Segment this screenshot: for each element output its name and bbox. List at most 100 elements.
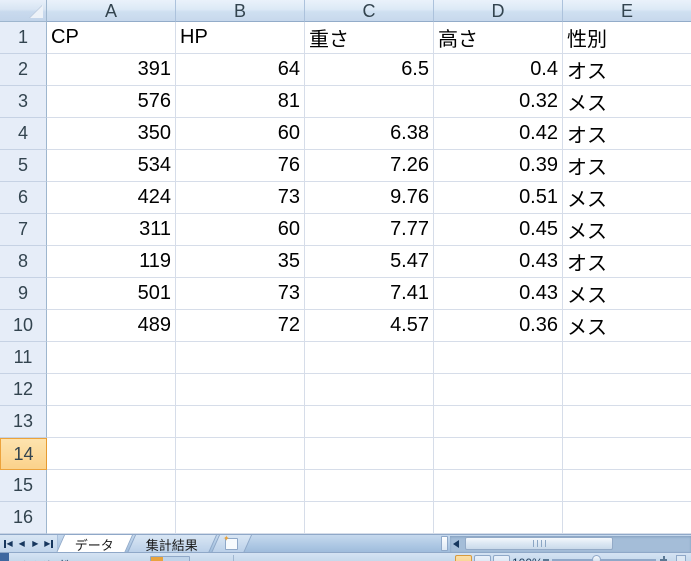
page-layout-view-button[interactable] <box>474 555 491 561</box>
cell-E10[interactable]: メス <box>563 310 691 342</box>
zoom-slider-knob[interactable] <box>592 555 601 561</box>
cell-D7[interactable]: 0.45 <box>434 214 563 246</box>
cell-C7[interactable]: 7.77 <box>305 214 434 246</box>
cell-C9[interactable]: 7.41 <box>305 278 434 310</box>
cell-B8[interactable]: 35 <box>176 246 305 278</box>
cell-C12[interactable] <box>305 374 434 406</box>
cell-D13[interactable] <box>434 406 563 438</box>
resize-grip[interactable] <box>676 555 686 561</box>
cell-A16[interactable] <box>47 502 176 534</box>
cell-D1[interactable]: 高さ <box>434 22 563 54</box>
cell-E12[interactable] <box>563 374 691 406</box>
column-header-E[interactable]: E <box>563 0 691 22</box>
cell-E7[interactable]: メス <box>563 214 691 246</box>
cell-A15[interactable] <box>47 470 176 502</box>
column-header-C[interactable]: C <box>305 0 434 22</box>
row-header-4[interactable]: 4 <box>0 118 47 150</box>
cell-D8[interactable]: 0.43 <box>434 246 563 278</box>
cell-A11[interactable] <box>47 342 176 374</box>
select-all-corner[interactable] <box>0 0 47 22</box>
horizontal-scrollbar-thumb[interactable] <box>465 537 613 550</box>
row-header-8[interactable]: 8 <box>0 246 47 278</box>
row-header-14[interactable]: 14 <box>0 438 47 470</box>
sheet-tab-data[interactable]: データ <box>56 535 133 552</box>
cell-E9[interactable]: メス <box>563 278 691 310</box>
cell-B2[interactable]: 64 <box>176 54 305 86</box>
cell-B16[interactable] <box>176 502 305 534</box>
cell-E3[interactable]: メス <box>563 86 691 118</box>
cell-B9[interactable]: 73 <box>176 278 305 310</box>
cell-D12[interactable] <box>434 374 563 406</box>
cell-A13[interactable] <box>47 406 176 438</box>
cell-E11[interactable] <box>563 342 691 374</box>
cell-D2[interactable]: 0.4 <box>434 54 563 86</box>
cell-A8[interactable]: 119 <box>47 246 176 278</box>
cell-B11[interactable] <box>176 342 305 374</box>
column-header-B[interactable]: B <box>176 0 305 22</box>
cell-C14[interactable] <box>305 438 434 470</box>
cell-B4[interactable]: 60 <box>176 118 305 150</box>
cell-B1[interactable]: HP <box>176 22 305 54</box>
cell-B3[interactable]: 81 <box>176 86 305 118</box>
tab-scroll-splitter[interactable] <box>441 536 448 551</box>
last-sheet-button[interactable]: ▶ <box>43 538 54 550</box>
column-header-A[interactable]: A <box>47 0 176 22</box>
cell-D3[interactable]: 0.32 <box>434 86 563 118</box>
scroll-left-arrow-icon[interactable] <box>453 540 459 548</box>
row-header-13[interactable]: 13 <box>0 406 47 438</box>
cell-B10[interactable]: 72 <box>176 310 305 342</box>
cell-D10[interactable]: 0.36 <box>434 310 563 342</box>
cell-A9[interactable]: 501 <box>47 278 176 310</box>
cell-A6[interactable]: 424 <box>47 182 176 214</box>
zoom-level-label[interactable]: 100% <box>512 556 543 561</box>
column-header-D[interactable]: D <box>434 0 563 22</box>
row-header-5[interactable]: 5 <box>0 150 47 182</box>
cell-D15[interactable] <box>434 470 563 502</box>
cell-A5[interactable]: 534 <box>47 150 176 182</box>
cell-C10[interactable]: 4.57 <box>305 310 434 342</box>
cell-E6[interactable]: メス <box>563 182 691 214</box>
cell-C2[interactable]: 6.5 <box>305 54 434 86</box>
macro-record-icon[interactable] <box>150 556 190 561</box>
cell-E2[interactable]: オス <box>563 54 691 86</box>
cell-A14[interactable] <box>47 438 176 470</box>
row-header-11[interactable]: 11 <box>0 342 47 374</box>
row-header-16[interactable]: 16 <box>0 502 47 534</box>
row-header-1[interactable]: 1 <box>0 22 47 54</box>
cell-D5[interactable]: 0.39 <box>434 150 563 182</box>
cell-D11[interactable] <box>434 342 563 374</box>
cell-D14[interactable] <box>434 438 563 470</box>
cell-E4[interactable]: オス <box>563 118 691 150</box>
row-header-9[interactable]: 9 <box>0 278 47 310</box>
cell-A10[interactable]: 489 <box>47 310 176 342</box>
cell-A7[interactable]: 311 <box>47 214 176 246</box>
row-header-2[interactable]: 2 <box>0 54 47 86</box>
cell-B15[interactable] <box>176 470 305 502</box>
cell-B5[interactable]: 76 <box>176 150 305 182</box>
cell-B13[interactable] <box>176 406 305 438</box>
first-sheet-button[interactable]: ◀ <box>3 538 14 550</box>
row-header-10[interactable]: 10 <box>0 310 47 342</box>
cell-C5[interactable]: 7.26 <box>305 150 434 182</box>
row-header-15[interactable]: 15 <box>0 470 47 502</box>
cell-E5[interactable]: オス <box>563 150 691 182</box>
cell-A3[interactable]: 576 <box>47 86 176 118</box>
cell-C1[interactable]: 重さ <box>305 22 434 54</box>
cell-A4[interactable]: 350 <box>47 118 176 150</box>
cell-E15[interactable] <box>563 470 691 502</box>
cell-D6[interactable]: 0.51 <box>434 182 563 214</box>
sheet-tab-summary[interactable]: 集計結果 <box>127 535 217 552</box>
cell-C4[interactable]: 6.38 <box>305 118 434 150</box>
cell-E1[interactable]: 性別 <box>563 22 691 54</box>
cell-B6[interactable]: 73 <box>176 182 305 214</box>
cell-C15[interactable] <box>305 470 434 502</box>
insert-worksheet-tab[interactable]: ✦ <box>211 535 252 552</box>
next-sheet-button[interactable]: ▶ <box>30 538 41 550</box>
cell-C3[interactable] <box>305 86 434 118</box>
cell-D4[interactable]: 0.42 <box>434 118 563 150</box>
cell-C13[interactable] <box>305 406 434 438</box>
cell-A1[interactable]: CP <box>47 22 176 54</box>
cell-D16[interactable] <box>434 502 563 534</box>
cell-E8[interactable]: オス <box>563 246 691 278</box>
previous-sheet-button[interactable]: ◀ <box>16 538 27 550</box>
